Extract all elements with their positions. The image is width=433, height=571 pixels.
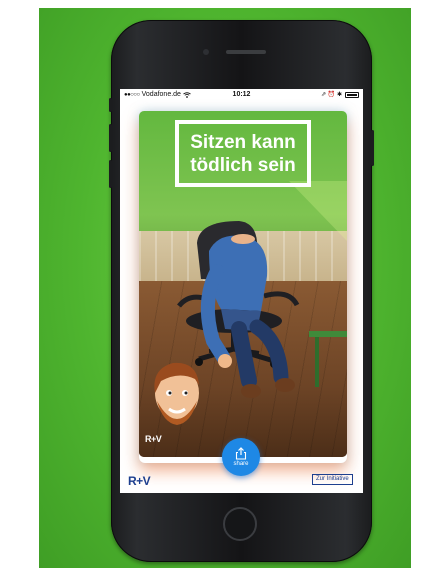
volume-up-button (109, 124, 112, 152)
battery-icon (345, 91, 359, 98)
headline-line-2: tödlich sein (190, 154, 296, 176)
status-indicators: ⇗ ⏰ ✱ (321, 91, 359, 98)
power-button (371, 130, 374, 166)
app-screen: ●●○○○ Vodafone.de 10:12 ⇗ ⏰ ✱ Sitzen kan… (120, 89, 363, 493)
illustration-sitting-man (154, 181, 347, 425)
share-icon (235, 447, 247, 460)
front-camera (203, 49, 209, 55)
headline-line-1: Sitzen kann (190, 131, 296, 153)
phone-device: ●●○○○ Vodafone.de 10:12 ⇗ ⏰ ✱ Sitzen kan… (109, 20, 374, 562)
headline-frame: Sitzen kann tödlich sein (175, 120, 311, 187)
initiative-button[interactable]: Zur Initiative (312, 474, 353, 485)
card-brand-logo: R+V (145, 434, 162, 444)
status-bar: ●●○○○ Vodafone.de 10:12 ⇗ ⏰ ✱ (120, 89, 363, 101)
poster-card[interactable]: Sitzen kann tödlich sein R+V (139, 111, 347, 457)
earpiece-speaker (226, 50, 266, 54)
mute-switch (109, 98, 112, 112)
share-label: share (233, 461, 249, 467)
status-icons: ⇗ ⏰ ✱ (321, 92, 342, 98)
home-button[interactable] (223, 507, 257, 541)
share-button[interactable]: share (222, 438, 260, 476)
footer-brand-logo: R+V (128, 474, 151, 488)
volume-down-button (109, 160, 112, 188)
